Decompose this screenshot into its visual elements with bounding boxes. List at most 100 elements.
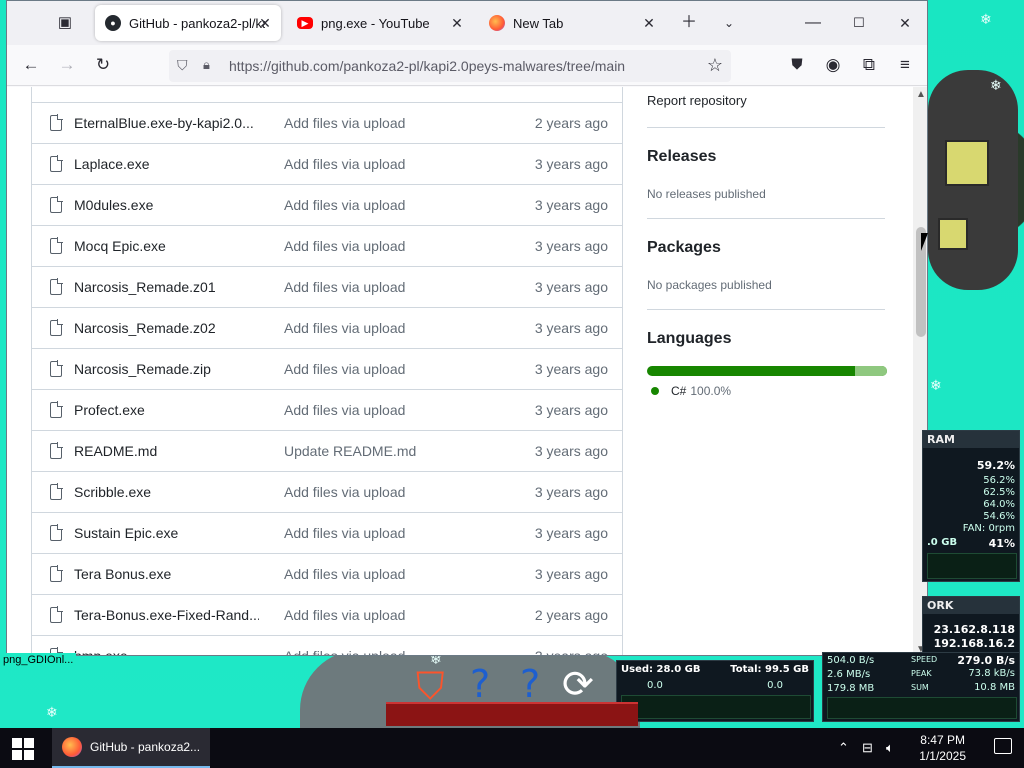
file-name[interactable]: Narcosis_Remade.zip bbox=[74, 361, 259, 377]
close-tab-icon[interactable]: ✕ bbox=[257, 15, 273, 31]
commit-message[interactable]: Add files via upload bbox=[284, 484, 405, 500]
commit-date: 3 years ago bbox=[534, 279, 608, 295]
chevron-down-icon[interactable]: ⌄ bbox=[717, 11, 741, 35]
ram-percent: 59.2% bbox=[976, 459, 1015, 472]
file-name[interactable]: EternalBlue.exe-by-kapi2.0... bbox=[74, 115, 259, 131]
back-arrow-icon[interactable]: ← bbox=[17, 53, 45, 77]
file-name[interactable]: Scribble.exe bbox=[74, 484, 259, 500]
divider bbox=[647, 218, 885, 219]
close-tab-icon[interactable]: ✕ bbox=[641, 15, 657, 31]
file-row[interactable]: Laplace.exe Add files via upload 3 years a… bbox=[32, 143, 622, 184]
desktop-art-house bbox=[938, 218, 968, 250]
pocket-icon[interactable]: ⛊ bbox=[783, 53, 811, 77]
languages-heading: Languages bbox=[647, 330, 732, 347]
forward-arrow-icon[interactable]: → bbox=[53, 53, 81, 77]
file-name[interactable]: Tera Bonus.exe bbox=[74, 566, 259, 582]
file-row[interactable]: README.md Update README.md 3 years ago bbox=[32, 430, 622, 471]
commit-message[interactable]: Add files via upload bbox=[284, 648, 405, 655]
commit-message[interactable]: Add files via upload bbox=[284, 525, 405, 541]
commit-message[interactable]: Update README.md bbox=[284, 443, 416, 459]
file-name[interactable]: M0dules.exe bbox=[74, 197, 259, 213]
commit-message[interactable]: Add files via upload bbox=[284, 566, 405, 582]
commit-message[interactable]: Add files via upload bbox=[284, 238, 405, 254]
language-name[interactable]: C# bbox=[671, 384, 686, 398]
menu-icon[interactable]: ≡ bbox=[891, 53, 919, 77]
file-row[interactable]: Mocq Epic.exe Add files via upload 3 years… bbox=[32, 225, 622, 266]
windows-start-icon[interactable] bbox=[12, 738, 34, 760]
notification-icon[interactable] bbox=[994, 738, 1012, 754]
bookmark-star-icon[interactable]: ☆ bbox=[707, 55, 723, 76]
tab-new-tab[interactable]: New Tab ✕ bbox=[479, 5, 665, 41]
close-tab-icon[interactable]: ✕ bbox=[449, 15, 465, 31]
account-icon[interactable]: ◉ bbox=[819, 53, 847, 77]
file-name[interactable]: Mocq Epic.exe bbox=[74, 238, 259, 254]
commit-message[interactable]: Add files via upload bbox=[284, 197, 405, 213]
unknown-app-icon[interactable]: ? bbox=[470, 662, 490, 706]
language-item[interactable]: C# 100.0% bbox=[651, 384, 731, 398]
brave-icon[interactable]: ⛉ bbox=[416, 664, 445, 709]
commit-message[interactable]: Add files via upload bbox=[284, 320, 405, 336]
file-row[interactable]: Tera-Bonus.exe-Fixed-Rand... Add files vi… bbox=[32, 594, 622, 635]
file-row[interactable]: Sustain Epic.exe Add files via upload 3 ye… bbox=[32, 512, 622, 553]
file-icon bbox=[50, 524, 63, 541]
core-usage: 62.5% bbox=[983, 487, 1015, 498]
file-icon bbox=[50, 319, 63, 336]
commit-message[interactable]: Add files via upload bbox=[284, 279, 405, 295]
public-ip: 23.162.8.118 bbox=[933, 623, 1015, 636]
file-row[interactable]: EternalBlue.exe-by-kapi2.0... Add files v… bbox=[32, 102, 622, 143]
maximize-button[interactable]: ☐ bbox=[847, 11, 871, 35]
divider bbox=[647, 309, 885, 310]
extensions-icon[interactable]: ⧉ bbox=[855, 53, 883, 77]
tab-youtube[interactable]: ▶ png.exe - YouTube ✕ bbox=[287, 5, 473, 41]
commit-message[interactable]: Add files via upload bbox=[284, 156, 405, 172]
file-row[interactable]: Narcosis_Remade.zip Add files via upload 3… bbox=[32, 348, 622, 389]
shield-icon[interactable]: ⛉ bbox=[177, 57, 188, 74]
tab-bar: ▣ ● GitHub - pankoza2-pl/kapi2.0 ✕ ▶ png… bbox=[7, 1, 927, 45]
reload-icon[interactable]: ↻ bbox=[89, 53, 117, 77]
commit-date: 3 years ago bbox=[534, 443, 608, 459]
address-bar[interactable]: ⛉ 🔒︎ https://github.com/pankoza2-pl/kapi… bbox=[169, 50, 731, 82]
taskbar-firefox-app[interactable]: GitHub - pankoza2... bbox=[52, 728, 210, 768]
ram-used-percent: 41% bbox=[988, 537, 1015, 550]
file-name[interactable]: Laplace.exe bbox=[74, 156, 259, 172]
tab-github[interactable]: ● GitHub - pankoza2-pl/kapi2.0 ✕ bbox=[95, 5, 281, 41]
minimize-button[interactable]: — bbox=[801, 11, 825, 35]
desktop-shortcut-label[interactable]: png_GDIOnl... bbox=[0, 653, 77, 667]
url-text[interactable]: https://github.com/pankoza2-pl/kapi2.0pe… bbox=[229, 58, 625, 74]
releases-heading[interactable]: Releases bbox=[647, 148, 716, 166]
file-name[interactable]: Narcosis_Remade.z02 bbox=[74, 320, 259, 336]
unknown-app-icon[interactable]: ? bbox=[520, 662, 540, 706]
file-row[interactable]: Tera Bonus.exe Add files via upload 3 year… bbox=[32, 553, 622, 594]
commit-message[interactable]: Add files via upload bbox=[284, 115, 405, 131]
file-row[interactable]: Narcosis_Remade.z01 Add files via upload 3… bbox=[32, 266, 622, 307]
file-name[interactable]: Sustain Epic.exe bbox=[74, 525, 259, 541]
scroll-up-icon[interactable]: ▲ bbox=[916, 89, 926, 100]
volume-muted-icon[interactable]: 🔈︎ bbox=[886, 740, 894, 756]
file-name[interactable]: Profect.exe bbox=[74, 402, 259, 418]
file-row[interactable]: Profect.exe Add files via upload 3 years a… bbox=[32, 389, 622, 430]
clock[interactable]: 8:47 PM 1/1/2025 bbox=[919, 732, 966, 764]
network-speed-gadget: 504.0 B/s SPEED 279.0 B/s 2.6 MB/s PEAK … bbox=[822, 652, 1020, 722]
tab-title: GitHub - pankoza2-pl/kapi2.0 bbox=[129, 15, 265, 31]
close-window-button[interactable]: ✕ bbox=[893, 11, 917, 35]
lock-icon[interactable]: 🔒︎ bbox=[203, 57, 210, 73]
file-row[interactable]: Scribble.exe Add files via upload 3 years … bbox=[32, 471, 622, 512]
packages-heading[interactable]: Packages bbox=[647, 239, 721, 257]
chevron-up-icon[interactable]: ⌃ bbox=[838, 740, 849, 756]
file-row[interactable]: bmp.exe Add files via upload 3 years ago bbox=[32, 635, 622, 655]
file-row[interactable]: M0dules.exe Add files via upload 3 years a… bbox=[32, 184, 622, 225]
file-name[interactable]: bmp.exe bbox=[74, 648, 259, 655]
file-row[interactable]: Narcosis_Remade.z02 Add files via upload 3… bbox=[32, 307, 622, 348]
file-name[interactable]: README.md bbox=[74, 443, 259, 459]
new-tab-icon[interactable]: ＋ bbox=[677, 11, 701, 35]
tab-list-icon[interactable]: ▣ bbox=[53, 11, 77, 35]
file-name[interactable]: Tera-Bonus.exe-Fixed-Rand... bbox=[74, 607, 259, 623]
file-row-partial bbox=[32, 87, 622, 102]
commit-message[interactable]: Add files via upload bbox=[284, 361, 405, 377]
commit-message[interactable]: Add files via upload bbox=[284, 402, 405, 418]
file-name[interactable]: Narcosis_Remade.z01 bbox=[74, 279, 259, 295]
network-icon[interactable]: ⊟ bbox=[862, 740, 873, 756]
report-repository-link[interactable]: Report repository bbox=[647, 93, 747, 108]
refresh-app-icon[interactable]: ⟳ bbox=[562, 662, 594, 706]
commit-message[interactable]: Add files via upload bbox=[284, 607, 405, 623]
